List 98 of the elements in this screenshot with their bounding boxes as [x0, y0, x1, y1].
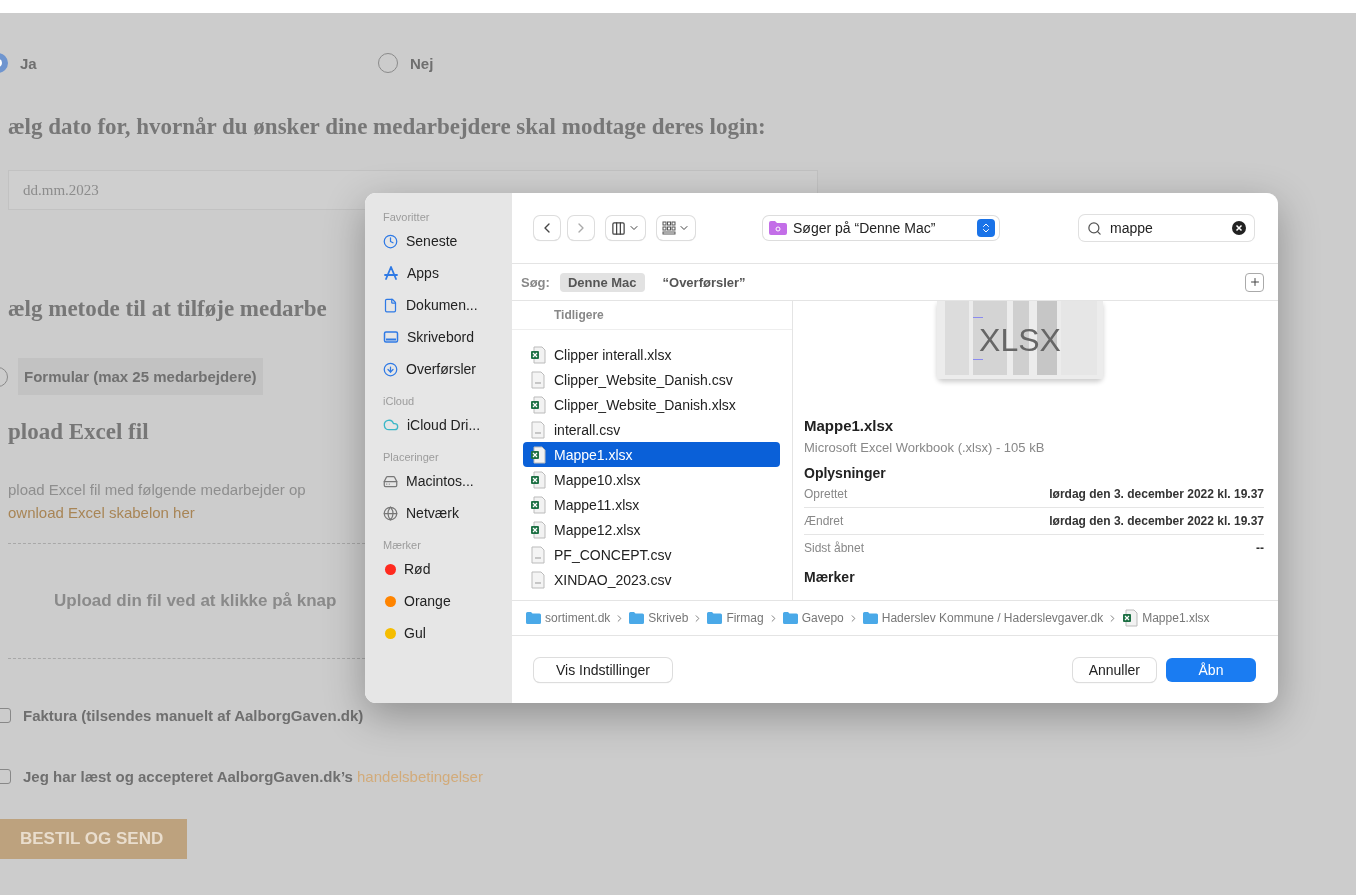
file-row[interactable]: Clipper_Website_Danish.xlsx: [523, 392, 780, 417]
spreadsheet-file-icon: [530, 520, 546, 539]
info-label: Oprettet: [804, 487, 848, 501]
checkbox-label: Faktura (tilsendes manuelt af AalborgGaven.dk): [23, 707, 364, 724]
spreadsheet-file-icon: [530, 445, 546, 464]
text-file-icon: [530, 370, 546, 389]
path-item[interactable]: sortiment.dk: [545, 611, 611, 625]
path-item[interactable]: Firmag: [726, 611, 764, 625]
list-header: Tidligere: [512, 301, 792, 330]
globe-icon: [383, 505, 398, 521]
file-row[interactable]: XINDAO_2023.csv: [523, 567, 780, 592]
spreadsheet-file-icon: [530, 470, 546, 489]
location-popup[interactable]: Søger på “Denne Mac”: [763, 216, 999, 240]
spreadsheet-file-icon: [530, 495, 546, 514]
folder-icon: [862, 612, 878, 624]
file-name: Mappe1.xlsx: [804, 417, 895, 434]
upload-instructions: pload Excel fil med følgende medarbejder op: [8, 481, 306, 498]
file-row[interactable]: Mappe10.xlsx: [523, 467, 780, 492]
radio-label: Nej: [410, 54, 434, 72]
info-value: --: [1256, 541, 1264, 555]
spreadsheet-file-icon: [530, 395, 546, 414]
file-row[interactable]: Mappe11.xlsx: [523, 492, 780, 517]
path-item[interactable]: Haderslev Kommune / Haderslevgaver.dk: [881, 611, 1104, 625]
text-file-icon: [530, 545, 546, 564]
sidebar-item[interactable]: iCloud Dri...: [407, 417, 481, 433]
scope-option[interactable]: Denne Mac: [559, 272, 645, 292]
file-row[interactable]: Clipper interall.xlsx: [523, 342, 780, 367]
drive-icon: [383, 473, 398, 489]
sidebar-section-title: Favoritter: [383, 211, 431, 223]
search-field[interactable]: mappe: [1110, 220, 1224, 236]
plus-icon: [1248, 276, 1261, 288]
file-row[interactable]: Clipper_Website_Danish.csv: [523, 367, 780, 392]
sidebar-item[interactable]: Gul: [404, 625, 426, 641]
document-icon: [383, 297, 398, 313]
options-button[interactable]: Vis Indstillinger: [534, 657, 672, 682]
sidebar-item[interactable]: Netværk: [406, 505, 459, 521]
stepper-icon: [977, 219, 995, 237]
path-item[interactable]: Mappe1.xlsx: [1142, 611, 1210, 625]
sidebar-item[interactable]: Seneste: [406, 233, 458, 249]
grid-icon: [662, 221, 676, 235]
checkbox[interactable]: [0, 769, 11, 784]
info-label: Sidst åbnet: [804, 541, 865, 555]
file-row[interactable]: PF_CONCEPT.csv: [523, 542, 780, 567]
sidebar-section-title: Placeringer: [383, 451, 440, 463]
apps-icon: [383, 265, 399, 281]
scope-label: Søg:: [521, 274, 550, 290]
sidebar-item[interactable]: Apps: [407, 265, 439, 281]
info-value: lørdag den 3. december 2022 kl. 19.37: [1049, 487, 1264, 501]
sidebar-item[interactable]: Rød: [404, 561, 431, 577]
folder-icon: [707, 612, 723, 624]
section-heading: ælg metode til at tilføje medarbe: [8, 296, 327, 322]
text-file-icon: [530, 420, 546, 439]
cloud-icon: [383, 417, 399, 433]
sidebar-item[interactable]: Orange: [404, 593, 451, 609]
file-description: Microsoft Excel Workbook (.xlsx) - 105 kB: [804, 440, 1046, 455]
add-button[interactable]: [1245, 272, 1264, 292]
clear-icon[interactable]: [1232, 221, 1246, 235]
info-label: Ændret: [804, 514, 844, 528]
view-button[interactable]: [606, 216, 645, 240]
clock-icon: [383, 233, 398, 249]
thumbnail-label: XLSX: [979, 321, 1061, 359]
radio-label: Ja: [20, 54, 37, 72]
dropzone-text: Upload din fil ved at klikke på knap: [54, 591, 337, 611]
sidebar-item[interactable]: Macintos...: [406, 473, 474, 489]
sidebar-item[interactable]: Overførsler: [406, 361, 476, 377]
forward-button[interactable]: [568, 216, 594, 240]
folder-icon: [782, 612, 798, 624]
sidebar-item[interactable]: Skrivebord: [407, 329, 474, 345]
back-button[interactable]: [534, 216, 560, 240]
section-heading: ælg dato for, hvornår du ønsker dine medarbejdere skal modtage deres login:: [8, 114, 766, 140]
spreadsheet-file-icon: [1122, 609, 1139, 627]
sidebar-section-title: iCloud: [383, 395, 416, 407]
path-item[interactable]: Skriveb: [648, 611, 689, 625]
folder-icon: [526, 612, 541, 624]
file-row[interactable]: Mappe1.xlsx: [523, 442, 780, 467]
folder-icon: [629, 612, 645, 624]
info-value: lørdag den 3. december 2022 kl. 19.37: [1049, 514, 1264, 528]
text-file-icon: [530, 570, 546, 589]
checkbox[interactable]: [0, 708, 11, 723]
sidebar-item[interactable]: Dokumen...: [406, 297, 478, 313]
sidebar-section-title: Mærker: [383, 539, 422, 551]
path-item[interactable]: Gavepo: [801, 611, 844, 625]
scope-option[interactable]: “Overførsler”: [654, 272, 754, 292]
folder-icon: [769, 221, 787, 235]
tags-heading: Mærker: [804, 569, 856, 585]
desktop-icon: [383, 329, 399, 345]
open-button[interactable]: Åbn: [1166, 657, 1256, 682]
file-row[interactable]: Mappe12.xlsx: [523, 517, 780, 542]
group-button[interactable]: [657, 216, 695, 240]
info-heading: Oplysninger: [804, 465, 887, 481]
spreadsheet-file-icon: [530, 345, 546, 364]
checkbox-label: Jeg har læst og accepteret AalborgGaven.dk’s handelsbetingelser: [23, 768, 483, 785]
search-icon: [1087, 220, 1102, 236]
download-icon: [383, 361, 398, 377]
file-row[interactable]: interall.csv: [523, 417, 780, 442]
cancel-button[interactable]: Annuller: [1072, 657, 1156, 682]
columns-icon: [611, 220, 626, 236]
section-heading: pload Excel fil: [8, 419, 149, 445]
